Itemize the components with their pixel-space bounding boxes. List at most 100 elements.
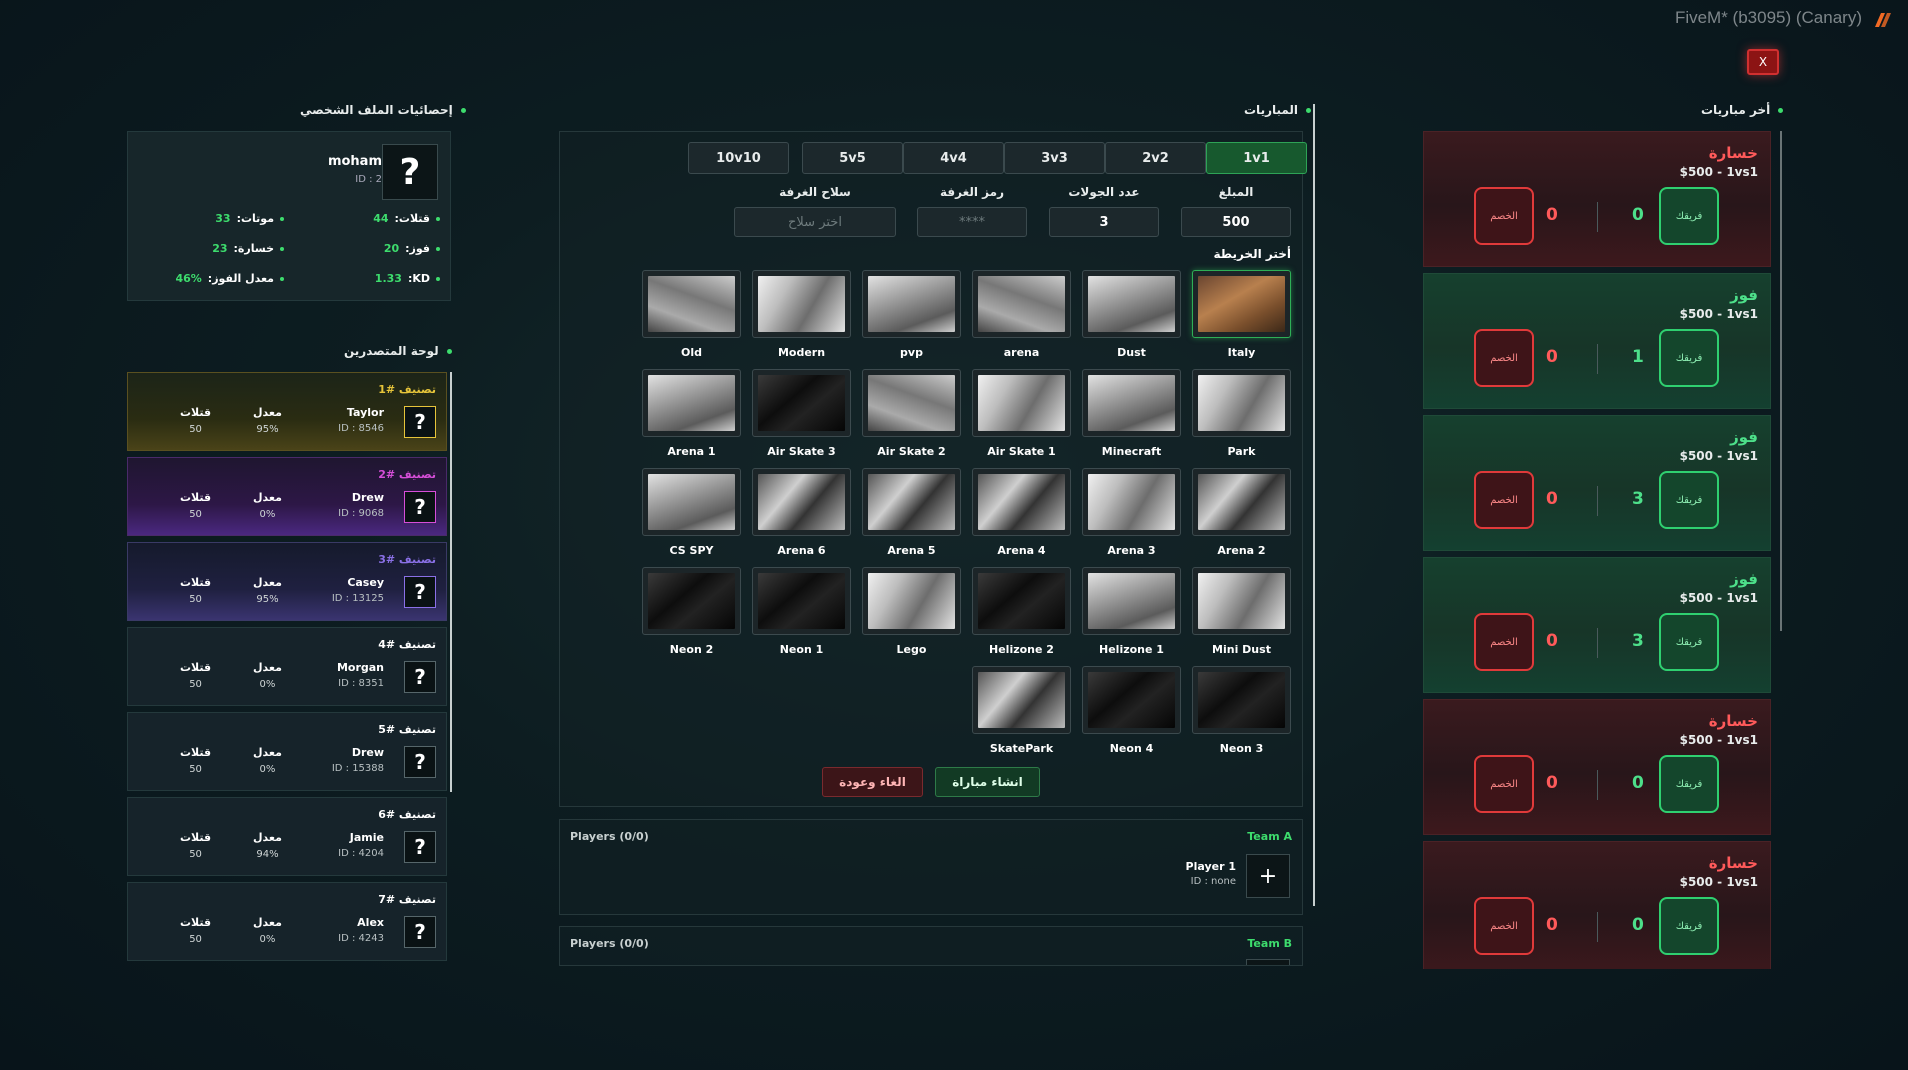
map-card[interactable]: Mini Dust — [1192, 567, 1291, 656]
map-card[interactable]: Park — [1192, 369, 1291, 458]
add-player-button-team-b[interactable] — [1246, 959, 1290, 965]
your-team-score: 0 — [1632, 205, 1644, 225]
map-card[interactable]: Dust — [1082, 270, 1181, 359]
map-card[interactable]: Neon 2 — [642, 567, 741, 656]
score-divider — [1597, 770, 1598, 800]
mode-button-4v4[interactable]: 4v4 — [903, 142, 1004, 174]
map-thumbnail — [972, 270, 1071, 338]
map-card[interactable]: Arena 3 — [1082, 468, 1181, 557]
team-a-player-count: Players (0/0) — [570, 830, 649, 843]
map-name: Arena 5 — [887, 544, 936, 557]
recent-match-card[interactable]: خسارة $500 - 1vs1 فريقك 0 0 الخصم — [1423, 131, 1771, 267]
leaderboard-list[interactable]: تصنيف #1? Taylor ID : 8546 معدل 95% قتلات 50 تص… — [127, 372, 447, 962]
map-card[interactable]: Air Skate 2 — [862, 369, 961, 458]
map-name: Air Skate 1 — [987, 445, 1056, 458]
team-b-panel: Team B Players (0/0) — [559, 926, 1303, 966]
map-name: Modern — [777, 346, 826, 359]
map-card[interactable]: SkatePark — [972, 666, 1071, 755]
map-card[interactable]: Arena 6 — [752, 468, 851, 557]
map-card[interactable]: CS SPY — [642, 468, 741, 557]
map-card[interactable]: Arena 4 — [972, 468, 1071, 557]
score-divider — [1597, 202, 1598, 232]
map-name: Arena 6 — [777, 544, 826, 557]
close-button[interactable]: X — [1747, 49, 1779, 75]
mode-button-5v5[interactable]: 5v5 — [802, 142, 903, 174]
room-code-input[interactable]: **** — [917, 207, 1027, 237]
create-match-button[interactable]: انشاء مباراة — [935, 767, 1040, 797]
leaderboard-item[interactable]: تصنيف #1? Taylor ID : 8546 معدل 95% قتلات 50 — [127, 372, 447, 451]
map-card[interactable]: Old — [642, 270, 741, 359]
mode-button-3v3[interactable]: 3v3 — [1004, 142, 1105, 174]
add-player-button[interactable]: + — [1246, 854, 1290, 898]
weapon-select[interactable]: اختر سلاح — [734, 207, 896, 237]
map-name: Lego — [896, 643, 927, 656]
map-card[interactable]: Neon 1 — [752, 567, 851, 656]
recent-match-card[interactable]: خسارة $500 - 1vs1 فريقك 0 0 الخصم — [1423, 841, 1771, 969]
recent-match-card[interactable]: فوز $500 - 1vs1 فريقك 3 0 الخصم — [1423, 557, 1771, 693]
leaderboard-item[interactable]: تصنيف #3? Casey ID : 13125 معدل 95% قتلات 50 — [127, 542, 447, 621]
rank-label: تصنيف #2 — [378, 468, 436, 481]
kills-column: قتلات 50 — [180, 746, 212, 775]
your-team-score: 1 — [1632, 347, 1644, 367]
map-card[interactable]: Air Skate 1 — [972, 369, 1071, 458]
leaderboard-item[interactable]: تصنيف #5? Drew ID : 15388 معدل 0% قتلات 50 — [127, 712, 447, 791]
player-name: Morgan — [336, 661, 384, 674]
kills-column: قتلات 50 — [180, 661, 212, 690]
stat-kills: قتلات: 44 — [373, 212, 440, 225]
map-card[interactable]: Lego — [862, 567, 961, 656]
mode-button-2v2[interactable]: 2v2 — [1105, 142, 1206, 174]
recent-matches-list[interactable]: خسارة $500 - 1vs1 فريقك 0 0 الخصم فوز $500 - 1v… — [1423, 131, 1771, 969]
rate-column: معدل 95% — [253, 406, 282, 435]
leaderboard-item[interactable]: تصنيف #7? Alex ID : 4243 معدل 0% قتلات 50 — [127, 882, 447, 961]
map-card[interactable]: Italy — [1192, 270, 1291, 359]
rounds-input[interactable]: 3 — [1049, 207, 1159, 237]
map-card[interactable]: Arena 5 — [862, 468, 961, 557]
recent-match-card[interactable]: فوز $500 - 1vs1 فريقك 1 0 الخصم — [1423, 273, 1771, 409]
recent-scrollbar[interactable] — [1780, 131, 1782, 631]
amount-input[interactable]: 500 — [1181, 207, 1291, 237]
map-name: Arena 1 — [667, 445, 716, 458]
leaderboard-item[interactable]: تصنيف #2? Drew ID : 9068 معدل 0% قتلات 50 — [127, 457, 447, 536]
leaderboard-section-title: لوحة المتصدرين — [344, 344, 452, 358]
map-card[interactable]: Helizone 2 — [972, 567, 1071, 656]
mode-button-1v1[interactable]: 1v1 — [1206, 142, 1307, 174]
match-result: فوز — [1730, 570, 1758, 588]
map-thumbnail — [642, 567, 741, 635]
match-detail: $500 - 1vs1 — [1679, 449, 1758, 463]
map-card[interactable]: Neon 3 — [1192, 666, 1291, 755]
profile-section-title: إحصائيات الملف الشخصي — [300, 103, 466, 117]
map-thumbnail — [642, 270, 741, 338]
amount-label: المبلغ — [1218, 185, 1254, 199]
rank-label: تصنيف #6 — [378, 808, 436, 821]
map-card[interactable]: Neon 4 — [1082, 666, 1181, 755]
enemy-badge: الخصم — [1474, 329, 1534, 387]
recent-match-card[interactable]: فوز $500 - 1vs1 فريقك 3 0 الخصم — [1423, 415, 1771, 551]
map-card[interactable]: Arena 2 — [1192, 468, 1291, 557]
cancel-button[interactable]: الغاء وعودة — [822, 767, 923, 797]
player-avatar: ? — [404, 491, 436, 523]
enemy-score: 0 — [1546, 773, 1558, 793]
mode-button-10v10[interactable]: 10v10 — [688, 142, 789, 174]
stat-wins: فوز: 20 — [384, 242, 440, 255]
map-name: Air Skate 2 — [877, 445, 946, 458]
map-card[interactable]: pvp — [862, 270, 961, 359]
map-card[interactable]: Helizone 1 — [1082, 567, 1181, 656]
player-id: ID : 9068 — [338, 508, 384, 519]
leaderboard-scrollbar[interactable] — [450, 372, 452, 792]
recent-match-card[interactable]: خسارة $500 - 1vs1 فريقك 0 0 الخصم — [1423, 699, 1771, 835]
rank-label: تصنيف #7 — [378, 893, 436, 906]
map-card[interactable]: arena — [972, 270, 1071, 359]
map-card[interactable]: Air Skate 3 — [752, 369, 851, 458]
leaderboard-item[interactable]: تصنيف #4? Morgan ID : 8351 معدل 0% قتلات 50 — [127, 627, 447, 706]
player-avatar: ? — [404, 831, 436, 863]
map-thumbnail — [1192, 468, 1291, 536]
leaderboard-item[interactable]: تصنيف #6? Jamie ID : 4204 معدل 94% قتلات 50 — [127, 797, 447, 876]
map-name: CS SPY — [669, 544, 714, 557]
map-thumbnail — [752, 369, 851, 437]
map-card[interactable]: Minecraft — [1082, 369, 1181, 458]
enemy-score: 0 — [1546, 489, 1558, 509]
map-thumbnail — [972, 567, 1071, 635]
map-card[interactable]: Modern — [752, 270, 851, 359]
score-divider — [1597, 344, 1598, 374]
map-card[interactable]: Arena 1 — [642, 369, 741, 458]
